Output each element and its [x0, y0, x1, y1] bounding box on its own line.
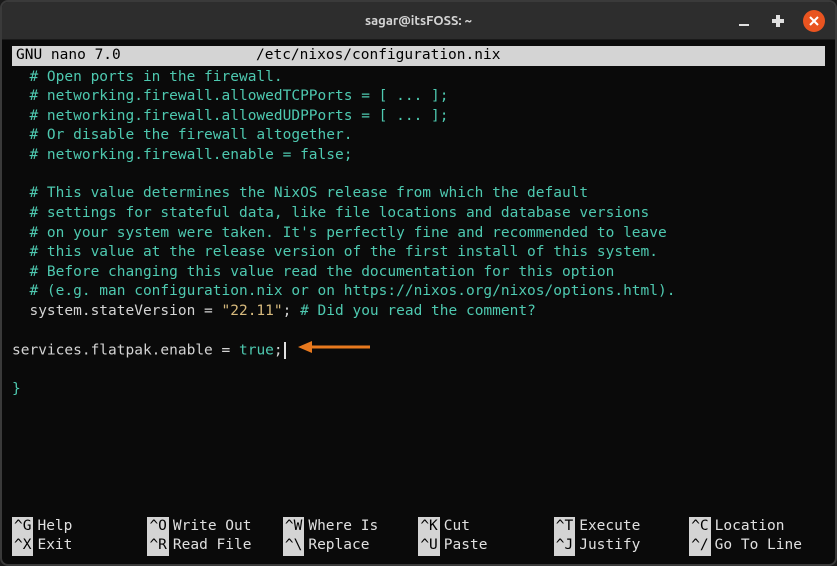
shortcut-writeout[interactable]: ^OWrite Out [147, 517, 282, 537]
shortcut-justify[interactable]: ^JJustify [554, 536, 689, 556]
minimize-button[interactable] [735, 12, 753, 30]
shortcut-replace[interactable]: ^\Replace [283, 536, 418, 556]
code-line: services.flatpak.enable = true; [12, 340, 825, 361]
nano-shortcuts: ^GHelp ^OWrite Out ^WWhere Is ^KCut ^TEx… [12, 517, 825, 556]
shortcut-gotoline[interactable]: ^/Go To Line [689, 536, 824, 556]
code-line: # This value determines the NixOS releas… [12, 184, 825, 204]
code-line: # Or disable the firewall altogether. [12, 126, 825, 146]
close-icon [809, 16, 819, 26]
close-button[interactable] [803, 10, 825, 32]
window-controls [735, 10, 825, 32]
shortcut-paste[interactable]: ^UPaste [418, 536, 553, 556]
code-line: # networking.firewall.allowedUDPPorts = … [12, 107, 825, 127]
nano-file-path: /etc/nixos/configuration.nix [256, 46, 821, 66]
annotation-arrow-icon [298, 340, 370, 361]
shortcut-help[interactable]: ^GHelp [12, 517, 147, 537]
code-line: # Open ports in the firewall. [12, 68, 825, 88]
code-line [12, 321, 825, 340]
terminal-body[interactable]: GNU nano 7.0 /etc/nixos/configuration.ni… [2, 40, 835, 564]
code-line: # on your system were taken. It's perfec… [12, 224, 825, 244]
terminal-window: sagar@itsFOSS: ~ GNU nano 7.0 /etc/nixos… [0, 0, 837, 566]
window-title: sagar@itsFOSS: ~ [365, 14, 472, 28]
shortcut-execute[interactable]: ^TExecute [554, 517, 689, 537]
cursor [284, 342, 286, 359]
maximize-button[interactable] [769, 12, 787, 30]
shortcut-exit[interactable]: ^XExit [12, 536, 147, 556]
nano-app-name: GNU nano 7.0 [16, 46, 256, 66]
code-line: # networking.firewall.allowedTCPPorts = … [12, 87, 825, 107]
shortcut-location[interactable]: ^CLocation [689, 517, 824, 537]
code-line [12, 361, 825, 380]
code-line: # networking.firewall.enable = false; [12, 146, 825, 166]
shortcut-whereis[interactable]: ^WWhere Is [283, 517, 418, 537]
code-line: } [12, 380, 825, 400]
code-line: # (e.g. man configuration.nix or on http… [12, 282, 825, 302]
minimize-icon [738, 15, 750, 27]
code-line [12, 165, 825, 184]
code-line: # Before changing this value read the do… [12, 263, 825, 283]
code-line: system.stateVersion = "22.11"; # Did you… [12, 302, 825, 322]
code-line: # this value at the release version of t… [12, 243, 825, 263]
editor-content[interactable]: # Open ports in the firewall. # networki… [12, 68, 825, 400]
titlebar[interactable]: sagar@itsFOSS: ~ [2, 2, 835, 40]
maximize-icon [771, 14, 785, 28]
shortcut-cut[interactable]: ^KCut [418, 517, 553, 537]
nano-header: GNU nano 7.0 /etc/nixos/configuration.ni… [12, 46, 825, 66]
code-line: # settings for stateful data, like file … [12, 204, 825, 224]
shortcut-readfile[interactable]: ^RRead File [147, 536, 282, 556]
